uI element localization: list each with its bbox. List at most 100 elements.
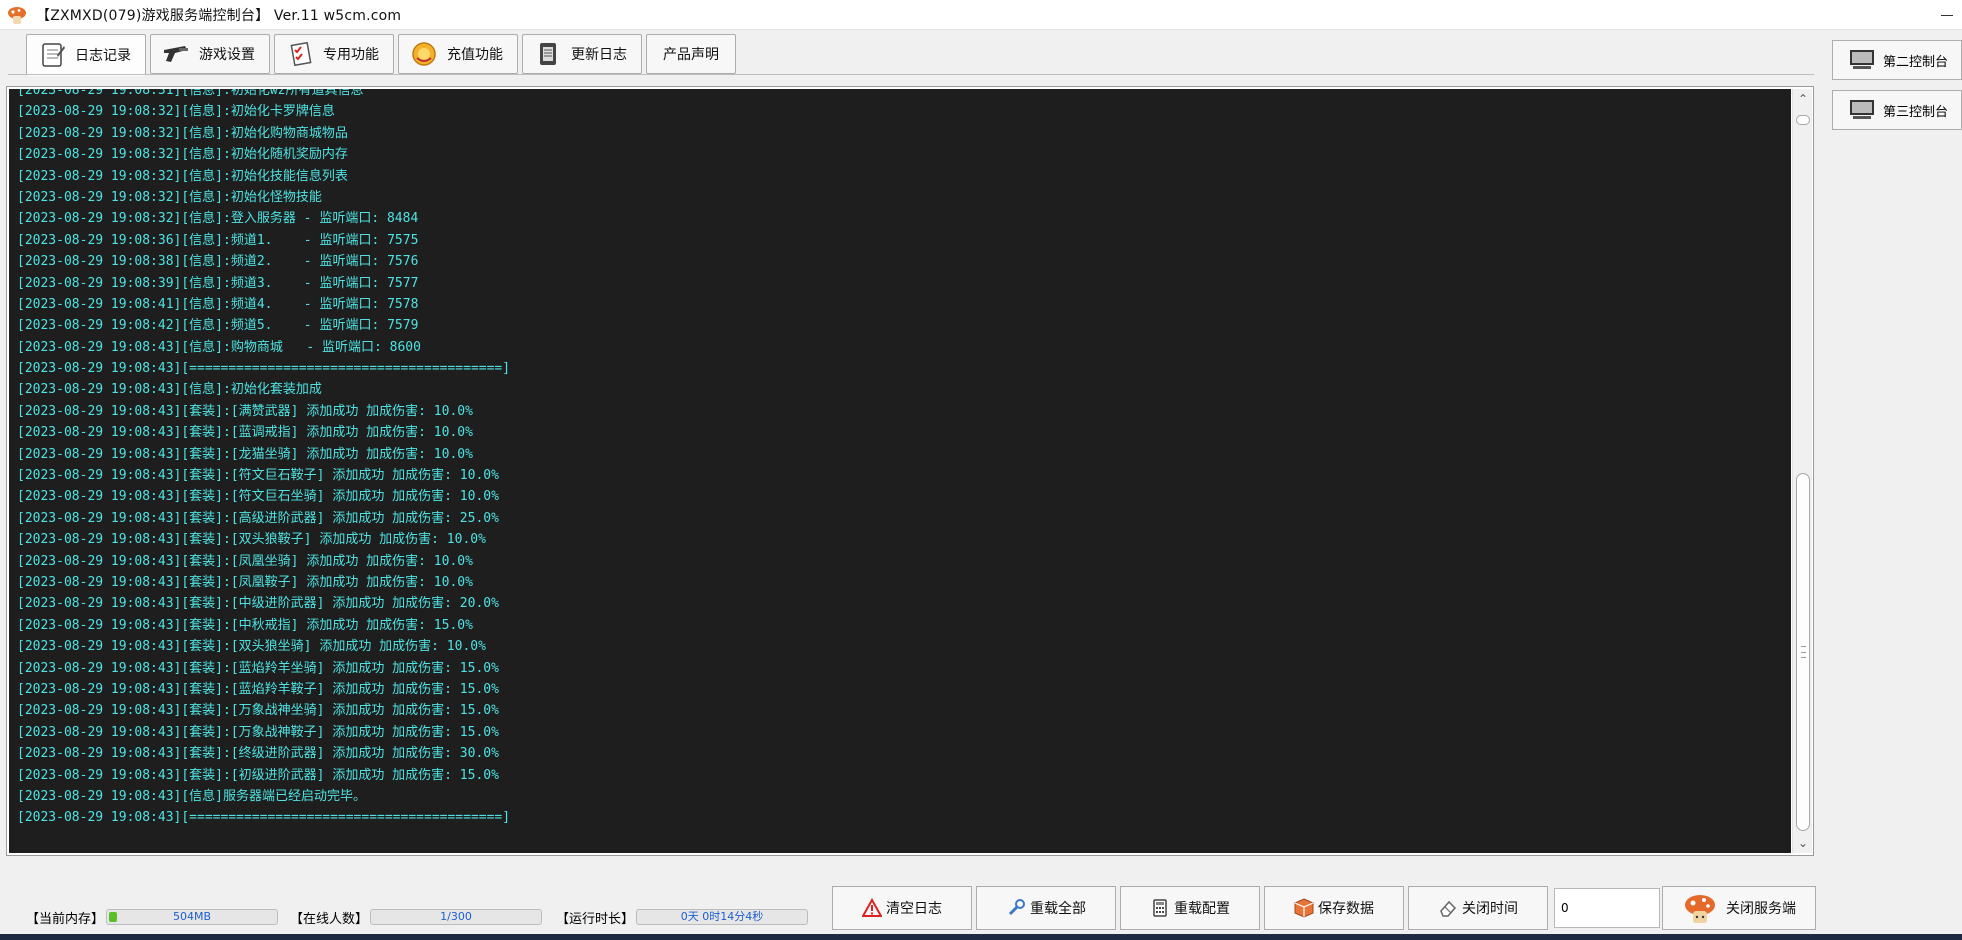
tab-recharge[interactable]: 充值功能 [398, 34, 518, 74]
shutdown-server-button[interactable]: 关闭服务端 [1662, 886, 1816, 930]
log-line: [2023-08-29 19:08:43][套装]:[中级进阶武器] 添加成功 … [17, 596, 499, 612]
log-lines: [2023-08-29 19:08:31][信息]:初始化wz所有道具信息 [2… [17, 89, 510, 829]
log-line: [2023-08-29 19:08:43][套装]:[双头狼坐骑] 添加成功 加… [17, 639, 486, 655]
uptime-display: 0天 0时14分4秒 [636, 909, 809, 925]
uptime-label: 【运行时长】 [556, 911, 635, 927]
tab-product-statement[interactable]: 产品声明 [646, 34, 736, 74]
scrollbar-track-marker [1796, 115, 1810, 125]
log-line: [2023-08-29 19:08:32][信息]:登入服务器 - 监听端口: … [17, 211, 419, 227]
log-line: [2023-08-29 19:08:32][信息]:初始化技能信息列表 [17, 168, 348, 184]
tab-log[interactable]: 日志记录 [26, 34, 146, 76]
tab-label: 充值功能 [447, 47, 503, 63]
side-button-label: 第二控制台 [1883, 54, 1949, 70]
log-line: [2023-08-29 19:08:43][==================… [17, 810, 511, 826]
log-line: [2023-08-29 19:08:43][套装]:[万象战神鞍子] 添加成功 … [17, 724, 499, 740]
log-line: [2023-08-29 19:08:43][套装]:[高级进阶武器] 添加成功 … [17, 510, 499, 526]
console-scrollbar[interactable]: ⌃ ⌄ [1792, 89, 1812, 853]
log-line: [2023-08-29 19:08:43][套装]:[符文巨石鞍子] 添加成功 … [17, 468, 499, 484]
online-label: 【在线人数】 [290, 911, 369, 927]
log-line: [2023-08-29 19:08:43][信息]:初始化套装加成 [17, 382, 322, 398]
uptime-value: 0天 0时14分4秒 [680, 910, 764, 923]
log-console[interactable]: [2023-08-29 19:08:31][信息]:初始化wz所有道具信息 [2… [9, 89, 1791, 853]
log-line: [2023-08-29 19:08:43][套装]:[蓝焰羚羊鞍子] 添加成功 … [17, 681, 499, 697]
log-line: [2023-08-29 19:08:43][信息]:购物商城 - 监听端口: 8… [17, 339, 421, 355]
online-progress: 1/300 [370, 909, 543, 925]
log-line: [2023-08-29 19:08:32][信息]:初始化购物商城物品 [17, 125, 348, 141]
reload-config-button[interactable]: 重载配置 [1120, 886, 1260, 930]
button-label: 清空日志 [886, 901, 942, 917]
coin-icon [412, 42, 436, 66]
tab-label: 日志记录 [75, 48, 131, 64]
tab-label: 专用功能 [323, 47, 379, 63]
log-line: [2023-08-29 19:08:43][==================… [17, 361, 511, 377]
main-tabs: 日志记录 游戏设置 专用功能 充值功能 更新日志 产品声明 [26, 34, 736, 76]
reload-all-button[interactable]: 重载全部 [976, 886, 1116, 930]
gun-icon [164, 46, 188, 62]
memory-status: 【当前内存】 504MB [26, 900, 279, 934]
package-icon [1294, 898, 1314, 918]
monitor-icon [1850, 100, 1874, 119]
log-line: [2023-08-29 19:08:43][套装]:[终级进阶武器] 添加成功 … [17, 746, 499, 762]
log-line: [2023-08-29 19:08:43][套装]:[龙猫坐骑] 添加成功 加成… [17, 446, 473, 462]
side-button-label: 第三控制台 [1883, 104, 1949, 120]
second-console-button[interactable]: 第二控制台 [1832, 40, 1962, 80]
memory-progress: 504MB [106, 909, 279, 925]
tab-update-log[interactable]: 更新日志 [522, 34, 642, 74]
log-line: [2023-08-29 19:08:32][信息]:初始化怪物技能 [17, 189, 322, 205]
clear-log-button[interactable]: 清空日志 [832, 886, 972, 930]
log-line: [2023-08-29 19:08:42][信息]:频道5. - 监听端口: 7… [17, 318, 419, 334]
clipboard-icon [540, 43, 556, 65]
button-label: 重载全部 [1030, 901, 1086, 917]
checklist-icon [290, 41, 312, 67]
log-line: [2023-08-29 19:08:31][信息]:初始化wz所有道具信息 [17, 89, 364, 98]
log-console-frame: [2023-08-29 19:08:31][信息]:初始化wz所有道具信息 [2… [6, 86, 1814, 856]
uptime-status: 【运行时长】 0天 0时14分4秒 [556, 900, 809, 934]
online-value: 1/300 [440, 910, 472, 923]
close-time-input[interactable] [1554, 888, 1660, 928]
log-line: [2023-08-29 19:08:43][套装]:[蓝焰羚羊坐骑] 添加成功 … [17, 660, 499, 676]
log-line: [2023-08-29 19:08:43][套装]:[中秋戒指] 添加成功 加成… [17, 617, 473, 633]
online-status: 【在线人数】 1/300 [290, 900, 543, 934]
log-line: [2023-08-29 19:08:43][套装]:[满赞武器] 添加成功 加成… [17, 403, 473, 419]
tab-label: 更新日志 [571, 47, 627, 63]
log-line: [2023-08-29 19:08:43][套装]:[凤凰鞍子] 添加成功 加成… [17, 574, 473, 590]
minimize-button[interactable] [1932, 0, 1962, 30]
save-data-button[interactable]: 保存数据 [1264, 886, 1404, 930]
log-line: [2023-08-29 19:08:41][信息]:频道4. - 监听端口: 7… [17, 296, 419, 312]
log-line: [2023-08-29 19:08:43][套装]:[初级进阶武器] 添加成功 … [17, 767, 499, 783]
button-label: 关闭服务端 [1726, 901, 1796, 917]
notebook-icon [42, 43, 65, 67]
log-line: [2023-08-29 19:08:43][套装]:[蓝调戒指] 添加成功 加成… [17, 425, 473, 441]
chevron-up-icon[interactable]: ⌃ [1793, 89, 1813, 109]
third-console-button[interactable]: 第三控制台 [1832, 90, 1962, 130]
mushroom-app-icon [8, 6, 26, 24]
calculator-icon [1153, 899, 1167, 917]
mushroom-icon [1685, 895, 1715, 923]
button-label: 重载配置 [1174, 901, 1230, 917]
log-line: [2023-08-29 19:08:43][套装]:[双头狼鞍子] 添加成功 加… [17, 532, 486, 548]
log-line: [2023-08-29 19:08:32][信息]:初始化卡罗牌信息 [17, 104, 335, 120]
tab-special-functions[interactable]: 专用功能 [274, 34, 394, 74]
memory-value: 504MB [172, 910, 212, 923]
tab-label: 游戏设置 [199, 47, 255, 63]
tab-label: 产品声明 [663, 47, 719, 63]
log-line: [2023-08-29 19:08:38][信息]:频道2. - 监听端口: 7… [17, 254, 419, 270]
close-time-button[interactable]: 关闭时间 [1408, 886, 1548, 930]
button-label: 关闭时间 [1462, 901, 1518, 917]
log-line: [2023-08-29 19:08:39][信息]:频道3. - 监听端口: 7… [17, 275, 419, 291]
log-line: [2023-08-29 19:08:36][信息]:频道1. - 监听端口: 7… [17, 232, 419, 248]
eraser-icon [1440, 900, 1457, 917]
window-title: 【ZXMXD(079)游戏服务端控制台】 Ver.11 w5cm.com [36, 7, 402, 24]
title-bar: 【ZXMXD(079)游戏服务端控制台】 Ver.11 w5cm.com [0, 0, 1962, 30]
wrench-icon [1008, 899, 1025, 916]
monitor-icon [1850, 50, 1874, 69]
chevron-down-icon[interactable]: ⌄ [1793, 833, 1813, 853]
log-line: [2023-08-29 19:08:43][套装]:[万象战神坐骑] 添加成功 … [17, 703, 499, 719]
memory-label: 【当前内存】 [26, 911, 105, 927]
grip-icon [1801, 646, 1806, 658]
log-line: [2023-08-29 19:08:43][套装]:[符文巨石坐骑] 添加成功 … [17, 489, 499, 505]
warning-icon [862, 898, 882, 917]
scrollbar-thumb[interactable] [1796, 473, 1810, 831]
tab-game-settings[interactable]: 游戏设置 [150, 34, 270, 74]
log-line: [2023-08-29 19:08:43][套装]:[凤凰坐骑] 添加成功 加成… [17, 553, 473, 569]
